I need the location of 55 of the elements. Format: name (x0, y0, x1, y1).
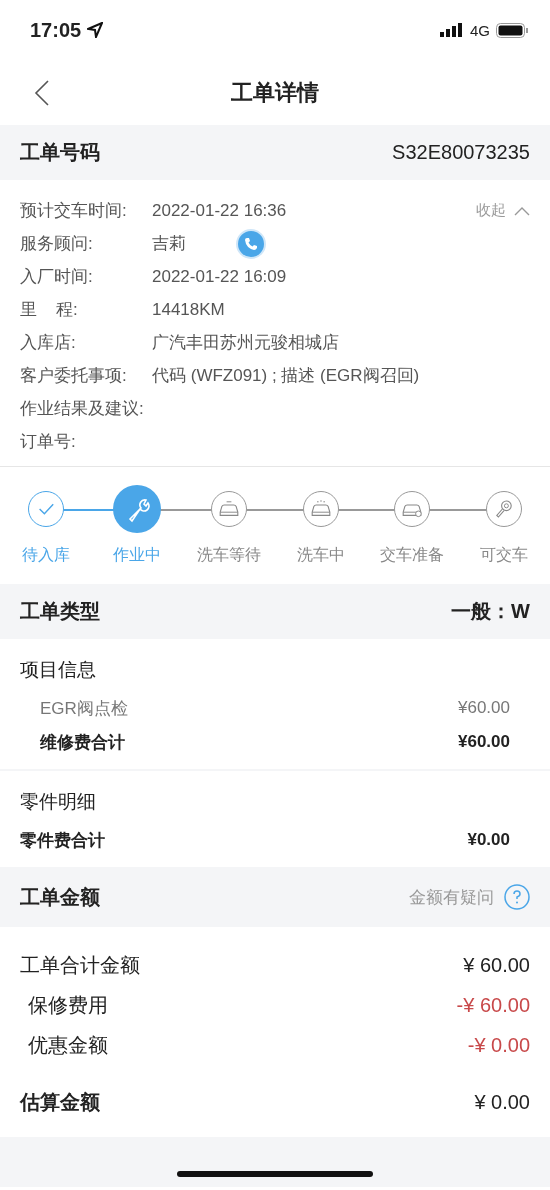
field-label: 预计交车时间: (20, 200, 128, 222)
page-title: 工单详情 (231, 78, 319, 107)
phone-icon (244, 236, 258, 251)
section-label: 工单号码 (20, 140, 100, 165)
section-title: 项目信息 (20, 658, 97, 682)
order-number: S32E80073235 (392, 141, 530, 164)
parts-total-label: 零件费合计 (20, 829, 105, 852)
item-name: 维修费合计 (40, 731, 125, 754)
amount-value: -¥ 60.00 (456, 993, 530, 1017)
signal-icon (440, 23, 464, 37)
location-arrow-icon (87, 22, 104, 38)
step-label: 可交车 (480, 545, 529, 565)
field-label: 服务顾问: (20, 233, 94, 255)
section-label: 工单类型 (20, 599, 100, 624)
back-button[interactable] (32, 80, 52, 106)
field-label: 入库店: (20, 332, 77, 354)
chevron-icon (514, 205, 530, 216)
phone-button[interactable] (236, 228, 266, 259)
field-value: 2022-01-22 16:36 (152, 200, 287, 221)
amount-label: 优惠金额 (27, 1032, 108, 1058)
step-label: 待入库 (21, 545, 70, 565)
back-icon (34, 80, 50, 106)
help-icon[interactable] (504, 884, 530, 910)
amount-label: 保修费用 (27, 992, 108, 1018)
field-value: 2022-01-22 16:09 (152, 266, 287, 287)
amount-label: 工单合计金额 (20, 952, 140, 978)
field-label: 作业结果及建议: (20, 398, 145, 420)
order-type: 一般：W (451, 599, 530, 624)
field-label: 入厂时间: (20, 266, 94, 288)
item-name: EGR阀点检 (40, 697, 128, 720)
estimate-value: ¥ 0.00 (474, 1090, 530, 1114)
field-label: 客户委托事项: (20, 365, 128, 387)
amount-value: -¥ 0.00 (467, 1033, 530, 1057)
field-label: 订单号: (20, 431, 77, 453)
amount-value: ¥ 60.00 (463, 953, 530, 977)
step-label: 洗车等待 (197, 545, 262, 565)
section-title: 零件明细 (20, 790, 97, 814)
field-value: 广汽丰田苏州元骏相城店 (152, 332, 339, 354)
field-value: 14418KM (152, 299, 225, 320)
status-time: 17:05 (30, 18, 82, 42)
field-label: 里 程: (20, 299, 79, 321)
collapse-button[interactable]: 收起 (476, 201, 530, 220)
question-link[interactable]: 金额有疑问 (409, 885, 494, 909)
section-label: 工单金额 (20, 884, 100, 910)
network-label: 4G (470, 21, 490, 39)
item-price: ¥60.00 (458, 698, 510, 718)
step-label: 洗车中 (296, 545, 345, 565)
step-label: 作业中 (113, 545, 162, 565)
battery-icon (496, 22, 528, 38)
field-value: 代码 (WFZ091) ; 描述 (EGR阀召回) (152, 365, 420, 387)
field-value: 吉莉 (152, 233, 186, 255)
step-label: 交车准备 (380, 545, 445, 565)
parts-total: ¥0.00 (467, 830, 510, 850)
item-price: ¥60.00 (458, 732, 510, 752)
estimate-label: 估算金额 (20, 1089, 100, 1115)
